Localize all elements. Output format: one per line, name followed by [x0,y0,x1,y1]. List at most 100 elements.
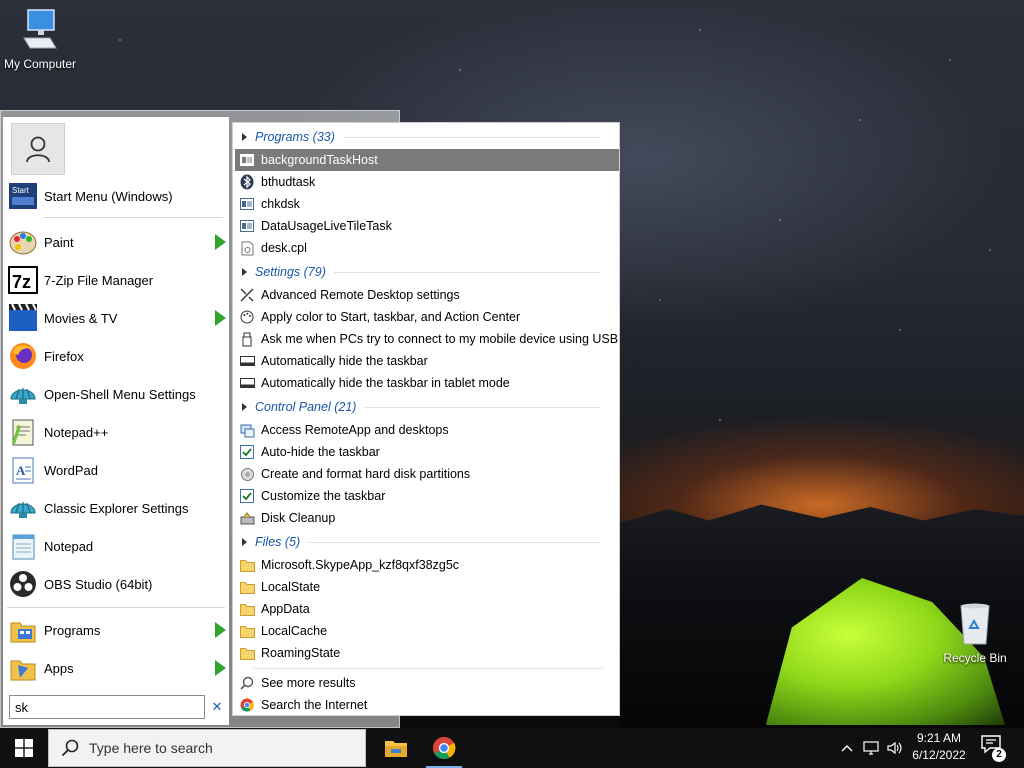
result-item[interactable]: Automatically hide the taskbar [235,350,619,372]
pinned-item-start-menu[interactable]: Start Start Menu (Windows) [7,179,229,213]
folder-icon [239,623,255,639]
result-label: bthudtask [261,175,316,189]
result-item[interactable]: Access RemoteApp and desktops [235,419,619,441]
start-button[interactable] [0,728,48,768]
result-item[interactable]: Apply color to Start, taskbar, and Actio… [235,306,619,328]
menu-item-label: Apps [44,660,74,676]
remote-settings-icon [239,287,255,303]
result-label: Ask me when PCs try to connect to my mob… [261,332,619,346]
taskbar-icon [239,375,255,391]
result-label: backgroundTaskHost [261,153,378,167]
result-item[interactable]: desk.cpl [235,237,619,259]
notification-count-badge: 2 [992,748,1006,762]
result-label: Automatically hide the taskbar in tablet… [261,376,510,390]
taskbar-search-box[interactable]: Type here to search [48,729,366,767]
pinned-item-label: Start Menu (Windows) [44,188,173,204]
pinned-item-firefox[interactable]: Firefox [7,339,229,373]
pinned-item-classic-explorer-settings[interactable]: Classic Explorer Settings [7,491,229,525]
result-item[interactable]: DataUsageLiveTileTask [235,215,619,237]
see-more-results[interactable]: See more results [235,672,619,694]
result-item[interactable]: Customize the taskbar [235,485,619,507]
expand-triangle-icon [242,538,247,546]
clock-date: 6/12/2022 [912,748,966,762]
result-item[interactable]: LocalState [235,576,619,598]
movies-icon [7,302,39,334]
results-category-settings[interactable]: Settings (79) [233,262,619,282]
result-item[interactable]: RoamingState [235,642,619,664]
taskbar-app-file-explorer[interactable] [372,728,420,768]
result-item[interactable]: Advanced Remote Desktop settings [235,284,619,306]
results-category-files[interactable]: Files (5) [233,532,619,552]
category-divider [364,406,601,408]
show-hidden-icons-button[interactable] [836,728,858,768]
result-item[interactable]: Automatically hide the taskbar in tablet… [235,372,619,394]
result-item[interactable]: Create and format hard disk partitions [235,463,619,485]
pinned-item-wordpad[interactable]: A WordPad [7,453,229,487]
usb-icon [239,331,255,347]
submenu-arrow-icon[interactable] [213,659,227,677]
file-explorer-icon [385,741,407,757]
apps-icon [7,652,39,684]
programs-icon [7,614,39,646]
folder-icon [239,645,255,661]
result-label: RoamingState [261,646,341,660]
pinned-item-notepad[interactable]: Notepad [7,529,229,563]
result-label: LocalCache [261,624,328,638]
user-avatar[interactable] [11,123,65,175]
7zip-icon: 7z [7,264,39,296]
menu-item-programs[interactable]: Programs [7,613,229,647]
pinned-item-label: Firefox [44,348,84,364]
result-item[interactable]: LocalCache [235,620,619,642]
desktop-icon-my-computer[interactable]: My Computer [2,8,78,71]
paint-icon [7,226,39,258]
chevron-up-icon [841,745,853,752]
result-item[interactable]: backgroundTaskHost [235,149,619,171]
desktop-icon-recycle-bin[interactable]: Recycle Bin [940,602,1010,665]
result-item[interactable]: Disk Cleanup [235,507,619,529]
computer-icon [23,9,57,49]
result-item[interactable]: Ask me when PCs try to connect to my mob… [235,328,619,350]
volume-tray-button[interactable] [884,728,906,768]
folder-icon [239,579,255,595]
result-label: Auto-hide the taskbar [261,445,380,459]
recycle-bin-icon [960,603,990,645]
pinned-item-label: Classic Explorer Settings [44,500,189,516]
pinned-item-notepadpp[interactable]: Notepad++ [7,415,229,449]
result-label: Search the Internet [261,698,368,712]
results-category-programs[interactable]: Programs (33) [233,127,619,147]
pinned-item-obs[interactable]: OBS Studio (64bit) [7,567,229,601]
search-the-internet[interactable]: Search the Internet [235,694,619,716]
windows-logo-icon [15,739,33,757]
bluetooth-icon [239,174,255,190]
submenu-arrow-icon[interactable] [213,621,227,639]
pinned-item-paint[interactable]: Paint [7,225,229,259]
category-divider [333,271,601,273]
search-results-pane: Programs (33) backgroundTaskHost bthudta… [232,122,620,716]
shell-icon [7,492,39,524]
result-item[interactable]: bthudtask [235,171,619,193]
taskbar-app-chrome[interactable] [420,728,468,768]
category-divider [308,541,601,543]
result-item[interactable]: Auto-hide the taskbar [235,441,619,463]
result-item[interactable]: chkdsk [235,193,619,215]
folder-icon [239,601,255,617]
results-category-control-panel[interactable]: Control Panel (21) [233,397,619,417]
start-search-input[interactable] [9,695,205,719]
shell-icon [7,378,39,410]
pinned-item-label: 7-Zip File Manager [44,272,154,288]
menu-item-apps[interactable]: Apps [7,651,229,685]
result-item[interactable]: AppData [235,598,619,620]
pinned-item-7zip[interactable]: 7z 7-Zip File Manager [7,263,229,297]
pinned-item-movies[interactable]: Movies & TV [7,301,229,335]
taskbar-clock[interactable]: 9:21 AM 6/12/2022 [904,730,974,766]
network-tray-button[interactable] [860,728,882,768]
clock-time: 9:21 AM [916,731,962,745]
wordpad-icon: A [7,454,39,486]
start-menu: Start Start Menu (Windows) Paint 7z 7-Zi… [0,110,620,728]
submenu-arrow-icon[interactable] [213,309,227,327]
expand-triangle-icon [242,403,247,411]
clear-search-icon[interactable]: ✕ [209,699,225,715]
submenu-arrow-icon[interactable] [213,233,227,251]
result-item[interactable]: Microsoft.SkypeApp_kzf8qxf38zg5c [235,554,619,576]
pinned-item-open-shell-settings[interactable]: Open-Shell Menu Settings [7,377,229,411]
